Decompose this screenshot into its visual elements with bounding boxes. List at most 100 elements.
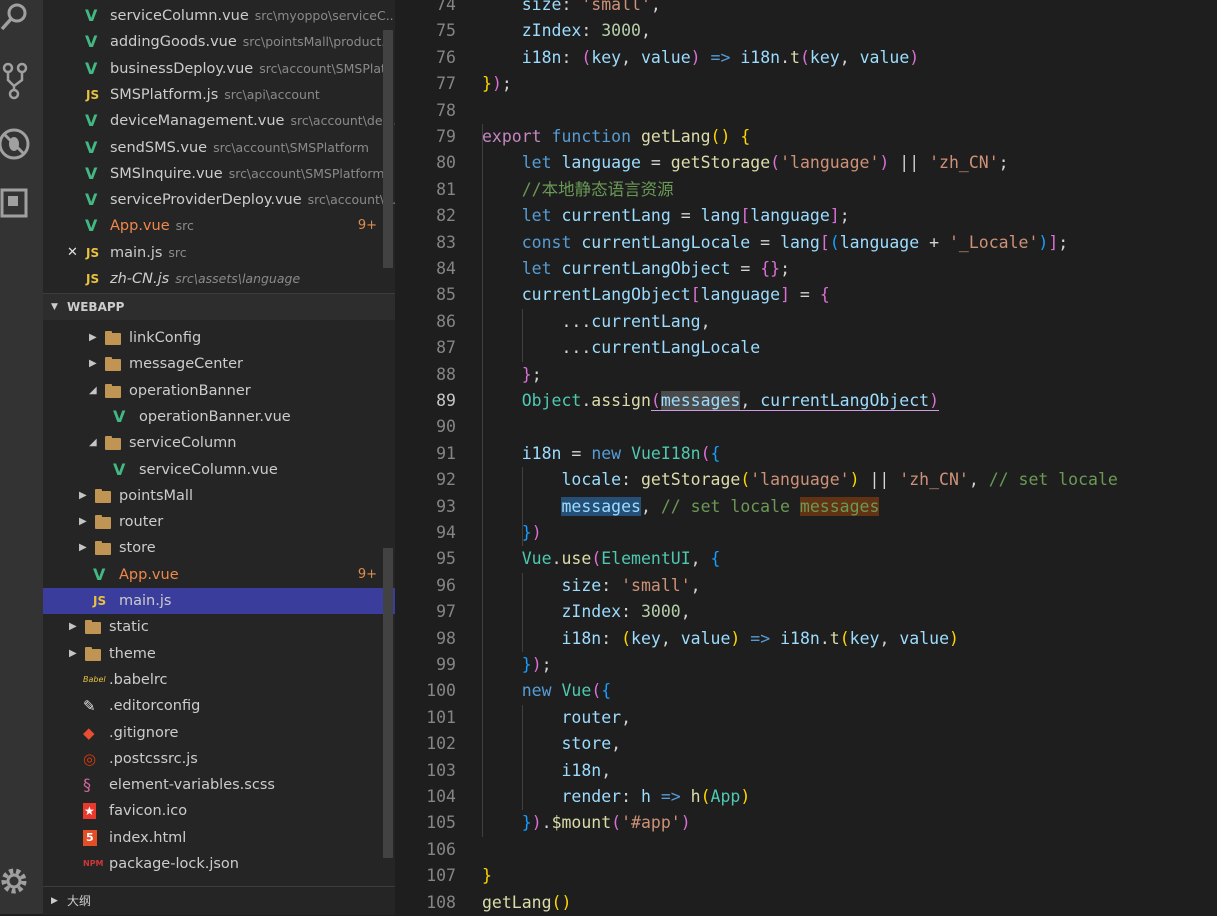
tree-folder-item[interactable]: ▶ theme xyxy=(43,641,395,667)
tree-folder-item[interactable]: ▶ linkConfig xyxy=(43,325,395,351)
chevron-right-icon[interactable]: ▶ xyxy=(79,509,87,535)
code-token: = xyxy=(790,285,820,305)
tree-file-item[interactable]: ✎ .editorconfig xyxy=(43,693,395,719)
line-number: 98 xyxy=(436,628,456,648)
code-line[interactable]: 87 ...currentLangLocale xyxy=(395,335,1217,361)
code-line[interactable]: 94 }) xyxy=(395,520,1217,546)
tree-file-item[interactable]: VoperationBanner.vue xyxy=(43,404,395,430)
code-line[interactable]: 107} xyxy=(395,863,1217,889)
code-line[interactable]: 82 let currentLang = lang[language]; xyxy=(395,203,1217,229)
open-editors-scrollbar[interactable] xyxy=(383,30,393,268)
code-line[interactable]: 78 xyxy=(395,98,1217,124)
chevron-down-icon[interactable]: ◢ xyxy=(89,430,97,456)
code-token: VueI18n xyxy=(631,443,701,463)
chevron-right-icon[interactable]: ▶ xyxy=(89,351,97,377)
code-line[interactable]: 106 xyxy=(395,837,1217,863)
open-editor-item[interactable]: VdeviceManagement.vue src\account\devi... xyxy=(43,108,395,134)
code-line[interactable]: 97 zIndex: 3000, xyxy=(395,599,1217,625)
search-icon[interactable] xyxy=(0,0,43,40)
code-line[interactable]: 96 size: 'small', xyxy=(395,573,1217,599)
chevron-down-icon[interactable]: ◢ xyxy=(89,378,97,404)
tree-file-item[interactable]: NPM package-lock.json xyxy=(43,851,395,877)
code-line[interactable]: 102 store, xyxy=(395,731,1217,757)
code-line[interactable]: 80 let language = getStorage('language')… xyxy=(395,150,1217,176)
code-token: 'small' xyxy=(621,575,691,595)
chevron-right-icon[interactable]: ▶ xyxy=(79,535,87,561)
code-line[interactable]: 83 const currentLangLocale = lang[(langu… xyxy=(395,230,1217,256)
tree-file-item[interactable]: Babel .babelrc xyxy=(43,667,395,693)
tree-file-item[interactable]: VserviceColumn.vue xyxy=(43,457,395,483)
file-name: SMSInquire.vue xyxy=(110,165,223,182)
code-line[interactable]: 85 currentLangObject[language] = { xyxy=(395,282,1217,308)
code-line[interactable]: 84 let currentLangObject = {}; xyxy=(395,256,1217,282)
open-editor-item[interactable]: JS zh-CN.js src\assets\language xyxy=(43,266,395,292)
tree-folder-item[interactable]: ◢ operationBanner xyxy=(43,378,395,404)
code-line[interactable]: 76 i18n: (key, value) => i18n.t(key, val… xyxy=(395,45,1217,71)
open-editor-item[interactable]: VaddingGoods.vue src\pointsMall\product..… xyxy=(43,29,395,55)
extensions-icon[interactable] xyxy=(0,186,43,226)
code-line[interactable]: 79 export function getLang() { xyxy=(395,124,1217,150)
open-editor-item[interactable]: JS SMSPlatform.js src\api\account xyxy=(43,82,395,108)
code-line[interactable]: 104 render: h => h(App) xyxy=(395,784,1217,810)
open-editor-item[interactable]: V App.vue src 9+ xyxy=(43,213,395,239)
code-token: : xyxy=(561,0,582,14)
vue-file-icon: V xyxy=(85,58,98,78)
tree-folder-item[interactable]: ▶ store xyxy=(43,535,395,561)
settings-gear-icon[interactable] xyxy=(0,866,43,906)
open-editor-item[interactable]: VserviceProviderDeploy.vue src\account\..… xyxy=(43,187,395,213)
code-line[interactable]: 103 i18n, xyxy=(395,758,1217,784)
code-line[interactable]: 95 Vue.use(ElementUI, { xyxy=(395,546,1217,572)
code-line[interactable]: 93 messages, // set locale messages xyxy=(395,494,1217,520)
code-editor[interactable]: 74 size: 'small', 75 zIndex: 3000, 76 i18n… xyxy=(395,0,1217,914)
code-line[interactable]: 100 new Vue({ xyxy=(395,678,1217,704)
explorer-section-header[interactable]: ▼ WEBAPP xyxy=(43,293,395,320)
code-line[interactable]: 99 }); xyxy=(395,652,1217,678)
code-line[interactable]: 74 size: 'small', xyxy=(395,0,1217,18)
chevron-right-icon[interactable]: ▶ xyxy=(69,614,77,640)
tree-folder-item[interactable]: ▶ messageCenter xyxy=(43,351,395,377)
code-line[interactable]: 90 xyxy=(395,414,1217,440)
code-token: getLang xyxy=(482,892,552,912)
code-line[interactable]: 86 ...currentLang, xyxy=(395,309,1217,335)
open-editor-item[interactable]: ✕ JS main.js src xyxy=(43,240,395,266)
open-editor-item[interactable]: V SMSInquire.vue src\account\SMSPlatform xyxy=(43,161,395,187)
chevron-right-icon[interactable]: ▶ xyxy=(79,483,87,509)
code-token: '#app' xyxy=(621,813,681,833)
code-line[interactable]: 98 i18n: (key, value) => i18n.t(key, val… xyxy=(395,626,1217,652)
tree-folder-item[interactable]: ▶ router xyxy=(43,509,395,535)
tree-folder-item[interactable]: ▶ static xyxy=(43,614,395,640)
line-number: 100 xyxy=(426,681,456,701)
chevron-right-icon[interactable]: ▶ xyxy=(69,641,77,667)
tree-file-item[interactable]: ◆ .gitignore xyxy=(43,720,395,746)
code-line[interactable]: 88 }; xyxy=(395,362,1217,388)
code-text: let currentLang = lang[language]; xyxy=(482,203,850,229)
tree-file-item[interactable]: ◎ .postcssrc.js xyxy=(43,746,395,772)
debug-icon[interactable] xyxy=(0,124,43,164)
open-editor-item[interactable]: VbusinessDeploy.vue src\account\SMSPlat..… xyxy=(43,56,395,82)
code-line[interactable]: 89 Object.assign(messages, currentLangOb… xyxy=(395,388,1217,414)
close-icon[interactable]: ✕ xyxy=(67,240,78,266)
open-editor-item[interactable]: VserviceColumn.vue src\myoppo\serviceC... xyxy=(43,3,395,29)
chevron-right-icon[interactable]: ▶ xyxy=(89,325,97,351)
code-line[interactable]: 75 zIndex: 3000, xyxy=(395,18,1217,44)
file-tree-scrollbar[interactable] xyxy=(383,548,393,858)
outline-panel-header[interactable]: ▶ 大纲 xyxy=(43,886,395,915)
code-token: ( xyxy=(581,47,592,67)
code-line[interactable]: 108 getLang() xyxy=(395,890,1217,916)
tree-file-item[interactable]: JS main.js xyxy=(43,588,395,614)
code-line[interactable]: 77}); xyxy=(395,71,1217,97)
source-control-icon[interactable] xyxy=(0,60,43,100)
favicon-file-icon: ★ xyxy=(83,803,96,820)
code-line[interactable]: 81 //本地静态语言资源 xyxy=(395,177,1217,203)
tree-folder-item[interactable]: ▶ pointsMall xyxy=(43,483,395,509)
tree-file-item[interactable]: V App.vue 9+ xyxy=(43,562,395,588)
code-line[interactable]: 101 router, xyxy=(395,705,1217,731)
code-line[interactable]: 105 }).$mount('#app') xyxy=(395,810,1217,836)
open-editor-item[interactable]: VsendSMS.vue src\account\SMSPlatform xyxy=(43,135,395,161)
tree-file-item[interactable]: 5 index.html xyxy=(43,825,395,851)
tree-file-item[interactable]: § element-variables.scss xyxy=(43,772,395,798)
tree-file-item[interactable]: ★ favicon.ico xyxy=(43,798,395,824)
code-line[interactable]: 92 locale: getStorage('language') || 'zh… xyxy=(395,467,1217,493)
tree-folder-item[interactable]: ◢ serviceColumn xyxy=(43,430,395,456)
code-line[interactable]: 91 i18n = new VueI18n({ xyxy=(395,441,1217,467)
